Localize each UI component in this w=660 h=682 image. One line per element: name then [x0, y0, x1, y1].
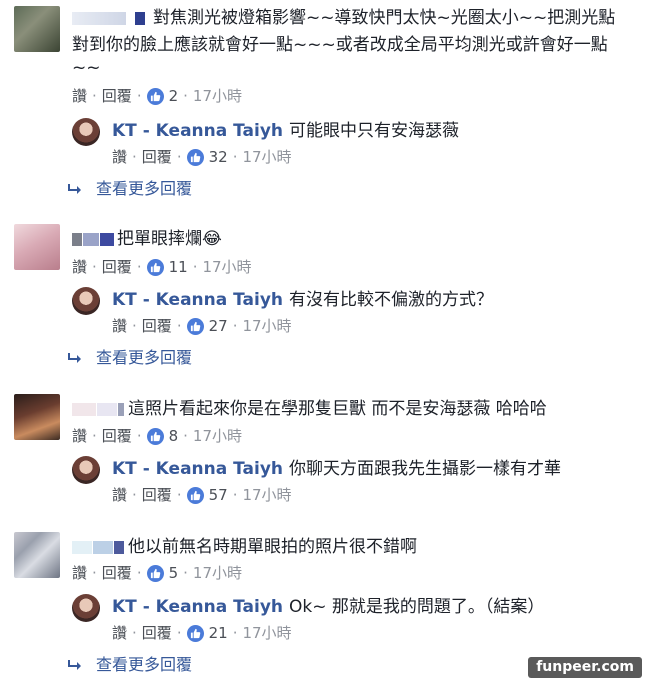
thumbs-up-icon	[186, 624, 204, 642]
comment-text: 這照片看起來你是在學那隻巨獸 而不是安海瑟薇 哈哈哈	[72, 397, 547, 421]
like-link[interactable]: 讚	[72, 563, 87, 583]
comment-body: 把單眼摔爛😂	[117, 229, 222, 249]
reply-arrow-icon	[68, 353, 81, 363]
comment-actions: 讚 · 回覆 · 5 · 17小時	[72, 563, 243, 583]
comment-actions: 讚 · 回覆 · 11 · 17小時	[72, 257, 252, 277]
timestamp[interactable]: 17小時	[242, 147, 291, 167]
reply-link[interactable]: 回覆	[142, 485, 172, 505]
reply-text: KT - Keanna Taiyh 可能眼中只有安海瑟薇	[112, 119, 459, 143]
reply-author-avatar[interactable]	[72, 287, 100, 315]
thumbs-up-icon	[146, 564, 164, 582]
like-link[interactable]: 讚	[112, 623, 127, 643]
reply-author-avatar[interactable]	[72, 594, 100, 622]
reply-author-name[interactable]: KT - Keanna Taiyh	[112, 121, 283, 141]
comment-text: 他以前無名時期單眼拍的照片很不錯啊	[72, 535, 417, 559]
reply-actions: 讚 · 回覆 · 27 · 17小時	[112, 316, 292, 336]
masked-username[interactable]	[83, 232, 99, 246]
masked-username[interactable]	[100, 232, 114, 246]
masked-username[interactable]	[135, 11, 145, 25]
commenter-avatar[interactable]	[14, 532, 60, 578]
comment-body: 這照片看起來你是在學那隻巨獸 而不是安海瑟薇 哈哈哈	[128, 399, 547, 419]
reply-author-avatar[interactable]	[72, 118, 100, 146]
timestamp[interactable]: 17小時	[193, 563, 242, 583]
comment-body: 他以前無名時期單眼拍的照片很不錯啊	[128, 537, 417, 557]
reply-link[interactable]: 回覆	[142, 147, 172, 167]
comment-thread: 對焦測光被燈箱影響~~導致快門太快~光圈太小~~把測光點 對到你的臉上應該就會好…	[0, 0, 660, 682]
thumbs-up-icon	[186, 148, 204, 166]
reply-actions: 讚 · 回覆 · 21 · 17小時	[112, 623, 292, 643]
timestamp[interactable]: 17小時	[202, 257, 251, 277]
masked-username[interactable]	[72, 11, 126, 25]
reply-actions: 讚 · 回覆 · 57 · 17小時	[112, 485, 292, 505]
like-count[interactable]: 57	[209, 485, 228, 505]
reply-body: 有沒有比較不偏激的方式？	[289, 290, 494, 310]
timestamp[interactable]: 17小時	[242, 316, 291, 336]
like-link[interactable]: 讚	[72, 257, 87, 277]
masked-username[interactable]	[72, 540, 92, 554]
reply-link[interactable]: 回覆	[102, 86, 132, 106]
comment-text-line: ~~	[72, 58, 101, 78]
thumbs-up-icon	[146, 258, 164, 276]
reply-author-name[interactable]: KT - Keanna Taiyh	[112, 290, 283, 310]
reply-link[interactable]: 回覆	[102, 257, 132, 277]
view-more-replies[interactable]: 查看更多回覆	[68, 178, 192, 200]
like-link[interactable]: 讚	[112, 316, 127, 336]
view-more-replies[interactable]: 查看更多回覆	[68, 347, 192, 369]
like-count[interactable]: 21	[209, 623, 228, 643]
reply-author-name[interactable]: KT - Keanna Taiyh	[112, 459, 283, 479]
reply-text: KT - Keanna Taiyh Ok~ 那就是我的問題了。（結案）	[112, 595, 544, 619]
timestamp[interactable]: 17小時	[193, 86, 242, 106]
reply-arrow-icon	[68, 184, 81, 194]
watermark-label: funpeer.com	[528, 657, 642, 678]
reply-arrow-icon	[68, 660, 81, 670]
comment-actions: 讚 · 回覆 · 2 · 17小時	[72, 86, 243, 106]
reply-link[interactable]: 回覆	[102, 426, 132, 446]
commenter-avatar[interactable]	[14, 394, 60, 440]
reply-link[interactable]: 回覆	[102, 563, 132, 583]
like-count[interactable]: 2	[169, 86, 179, 106]
masked-username[interactable]	[72, 402, 96, 416]
masked-username[interactable]	[93, 540, 113, 554]
like-count[interactable]: 11	[169, 257, 188, 277]
reply-body: 可能眼中只有安海瑟薇	[289, 121, 460, 141]
comment-body: 對焦測光被燈箱影響~~導致快門太快~光圈太小~~把測光點	[153, 8, 616, 28]
masked-username[interactable]	[118, 402, 124, 416]
comment-text: 把單眼摔爛😂	[72, 227, 222, 251]
reply-author-avatar[interactable]	[72, 456, 100, 484]
like-link[interactable]: 讚	[72, 86, 87, 106]
reply-body: Ok~ 那就是我的問題了。（結案）	[289, 597, 545, 617]
commenter-avatar[interactable]	[14, 6, 60, 52]
thumbs-up-icon	[146, 427, 164, 445]
thumbs-up-icon	[186, 317, 204, 335]
view-more-replies[interactable]: 查看更多回覆	[68, 654, 192, 676]
reply-actions: 讚 · 回覆 · 32 · 17小時	[112, 147, 292, 167]
comment-text-line: 對到你的臉上應該就會好一點~~~或者改成全局平均測光或許會好一點	[72, 35, 608, 55]
like-link[interactable]: 讚	[72, 426, 87, 446]
timestamp[interactable]: 17小時	[193, 426, 242, 446]
like-link[interactable]: 讚	[112, 485, 127, 505]
masked-username[interactable]	[97, 402, 117, 416]
timestamp[interactable]: 17小時	[242, 485, 291, 505]
like-count[interactable]: 27	[209, 316, 228, 336]
masked-username[interactable]	[114, 540, 124, 554]
timestamp[interactable]: 17小時	[242, 623, 291, 643]
thumbs-up-icon	[146, 87, 164, 105]
reply-text: KT - Keanna Taiyh 你聊天方面跟我先生攝影一樣有才華	[112, 457, 561, 481]
commenter-avatar[interactable]	[14, 224, 60, 270]
comment-actions: 讚 · 回覆 · 8 · 17小時	[72, 426, 243, 446]
like-count[interactable]: 5	[169, 563, 179, 583]
reply-text: KT - Keanna Taiyh 有沒有比較不偏激的方式？	[112, 288, 493, 312]
reply-body: 你聊天方面跟我先生攝影一樣有才華	[289, 459, 562, 479]
thumbs-up-icon	[186, 486, 204, 504]
reply-author-name[interactable]: KT - Keanna Taiyh	[112, 597, 283, 617]
like-link[interactable]: 讚	[112, 147, 127, 167]
comment-text: 對焦測光被燈箱影響~~導致快門太快~光圈太小~~把測光點	[72, 6, 615, 30]
reply-link[interactable]: 回覆	[142, 316, 172, 336]
like-count[interactable]: 32	[209, 147, 228, 167]
masked-username[interactable]	[72, 232, 82, 246]
like-count[interactable]: 8	[169, 426, 179, 446]
reply-link[interactable]: 回覆	[142, 623, 172, 643]
